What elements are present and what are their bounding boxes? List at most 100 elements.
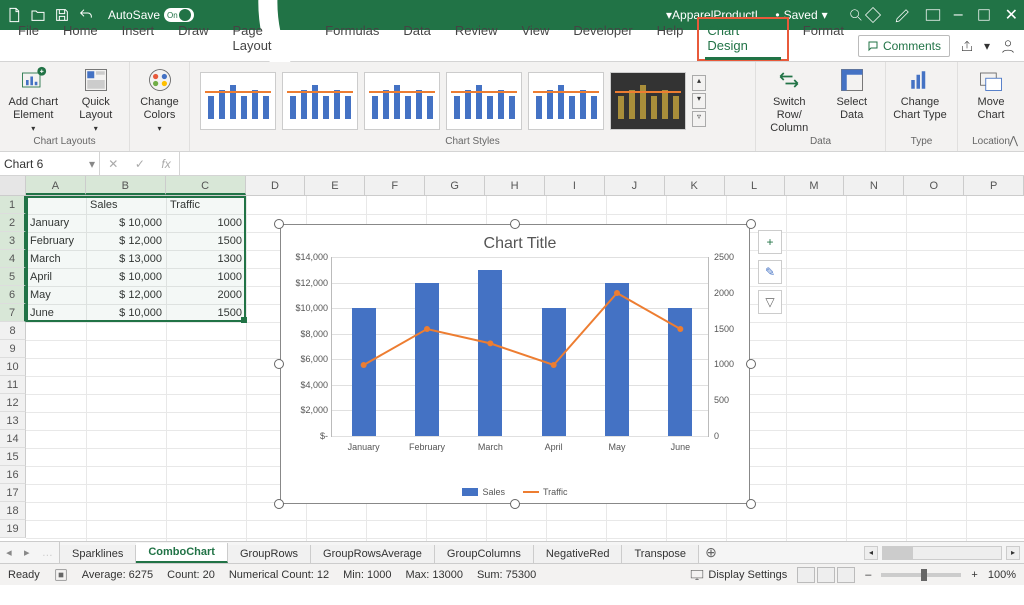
cell[interactable]: 2000 bbox=[166, 286, 246, 304]
maximize-button[interactable] bbox=[975, 6, 993, 24]
row-header[interactable]: 14 bbox=[0, 430, 26, 448]
fx-icon[interactable]: fx bbox=[161, 157, 170, 171]
zoom-in-button[interactable]: + bbox=[971, 569, 977, 581]
sheet-tab-sparklines[interactable]: Sparklines bbox=[60, 545, 136, 563]
row-header[interactable]: 13 bbox=[0, 412, 26, 430]
add-chart-element-button[interactable]: Add Chart Element▾ bbox=[6, 66, 61, 134]
tab-chart-design[interactable]: Chart Design bbox=[697, 17, 788, 61]
row-header[interactable]: 7 bbox=[0, 304, 26, 322]
tab-help[interactable]: Help bbox=[647, 17, 694, 61]
comments-button[interactable]: Comments bbox=[858, 35, 950, 57]
tab-developer[interactable]: Developer bbox=[563, 17, 642, 61]
row-header[interactable]: 3 bbox=[0, 232, 26, 250]
tab-formulas[interactable]: Formulas bbox=[315, 17, 389, 61]
tab-review[interactable]: Review bbox=[445, 17, 508, 61]
normal-view-button[interactable] bbox=[797, 567, 815, 583]
row-header[interactable]: 10 bbox=[0, 358, 26, 376]
select-data-button[interactable]: Select Data bbox=[825, 66, 880, 122]
scroll-right-button[interactable]: ▸ bbox=[1006, 546, 1020, 560]
spreadsheet-grid[interactable]: ABCDEFGHIJKLMNOP 12345678910111213141516… bbox=[0, 176, 1024, 541]
page-layout-view-button[interactable] bbox=[817, 567, 835, 583]
chart-style-preview[interactable] bbox=[528, 72, 604, 130]
cell[interactable]: $ 10,000 bbox=[86, 268, 166, 286]
cell[interactable]: Sales bbox=[86, 196, 166, 214]
row-header[interactable]: 9 bbox=[0, 340, 26, 358]
chart-resize-handle[interactable] bbox=[274, 219, 284, 229]
move-chart-button[interactable]: Move Chart bbox=[964, 66, 1018, 122]
column-header[interactable]: C bbox=[166, 176, 246, 195]
row-header[interactable]: 12 bbox=[0, 394, 26, 412]
column-header[interactable]: F bbox=[365, 176, 425, 195]
diamond-icon[interactable] bbox=[864, 6, 882, 24]
tab-home[interactable]: Home bbox=[53, 17, 108, 61]
sheet-tab-transpose[interactable]: Transpose bbox=[622, 545, 699, 563]
row-header[interactable]: 19 bbox=[0, 520, 26, 538]
chart-resize-handle[interactable] bbox=[746, 219, 756, 229]
column-header[interactable]: K bbox=[665, 176, 725, 195]
sheet-tab-groupcolumns[interactable]: GroupColumns bbox=[435, 545, 534, 563]
ribbon-display-icon[interactable] bbox=[924, 6, 942, 24]
draw-icon[interactable] bbox=[894, 6, 912, 24]
close-button[interactable]: ✕ bbox=[1005, 5, 1018, 25]
formula-input[interactable] bbox=[180, 152, 1024, 175]
minimize-button[interactable]: – bbox=[954, 6, 963, 24]
zoom-out-button[interactable]: – bbox=[865, 569, 871, 581]
cell[interactable]: $ 10,000 bbox=[86, 304, 166, 322]
cell[interactable]: 1000 bbox=[166, 268, 246, 286]
cancel-formula-icon[interactable]: ✕ bbox=[108, 157, 118, 171]
tab-insert[interactable]: Insert bbox=[112, 17, 165, 61]
column-header[interactable]: E bbox=[305, 176, 365, 195]
sheet-nav-next-icon[interactable]: ▸ bbox=[24, 546, 30, 559]
chart-style-preview[interactable] bbox=[446, 72, 522, 130]
chart-resize-handle[interactable] bbox=[274, 359, 284, 369]
column-header[interactable]: B bbox=[86, 176, 166, 195]
column-header[interactable]: J bbox=[605, 176, 665, 195]
tab-file[interactable]: File bbox=[8, 17, 49, 61]
row-header[interactable]: 8 bbox=[0, 322, 26, 340]
cell[interactable]: February bbox=[26, 232, 86, 250]
cell[interactable]: April bbox=[26, 268, 86, 286]
chart-bar[interactable] bbox=[415, 283, 439, 436]
tab-format[interactable]: Format bbox=[793, 17, 854, 61]
row-header[interactable]: 15 bbox=[0, 448, 26, 466]
chart-bar[interactable] bbox=[668, 308, 692, 436]
scroll-left-button[interactable]: ◂ bbox=[864, 546, 878, 560]
chart-style-preview[interactable] bbox=[200, 72, 276, 130]
collapse-ribbon-icon[interactable]: ⋀ bbox=[1009, 134, 1018, 147]
chart-plus-icon[interactable]: + bbox=[758, 230, 782, 254]
chart-style-preview[interactable] bbox=[364, 72, 440, 130]
row-header[interactable]: 17 bbox=[0, 484, 26, 502]
sheet-tab-negativered[interactable]: NegativeRed bbox=[534, 545, 623, 563]
cell[interactable]: 1000 bbox=[166, 214, 246, 232]
column-header[interactable]: G bbox=[425, 176, 485, 195]
cell[interactable]: May bbox=[26, 286, 86, 304]
cell[interactable]: $ 10,000 bbox=[86, 214, 166, 232]
row-header[interactable]: 5 bbox=[0, 268, 26, 286]
chart-style-preview[interactable] bbox=[610, 72, 686, 130]
chart-bar[interactable] bbox=[542, 308, 566, 436]
cell[interactable]: 1300 bbox=[166, 250, 246, 268]
sheet-tab-grouprows[interactable]: GroupRows bbox=[228, 545, 311, 563]
page-break-view-button[interactable] bbox=[837, 567, 855, 583]
cell[interactable]: 1500 bbox=[166, 232, 246, 250]
row-header[interactable]: 6 bbox=[0, 286, 26, 304]
row-header[interactable]: 11 bbox=[0, 376, 26, 394]
change-colors-button[interactable]: Change Colors▾ bbox=[136, 66, 183, 134]
tab-view[interactable]: View bbox=[511, 17, 559, 61]
row-header[interactable]: 16 bbox=[0, 466, 26, 484]
column-header[interactable]: M bbox=[785, 176, 845, 195]
column-header[interactable]: A bbox=[26, 176, 86, 195]
row-header[interactable]: 4 bbox=[0, 250, 26, 268]
horizontal-scrollbar[interactable] bbox=[882, 546, 1002, 560]
chart-resize-handle[interactable] bbox=[510, 219, 520, 229]
chart-filter-icon[interactable]: ▽ bbox=[758, 290, 782, 314]
tab-page-layout[interactable]: Page Layout bbox=[223, 17, 312, 61]
chart-legend[interactable]: SalesTraffic bbox=[281, 487, 749, 497]
chart-title[interactable]: Chart Title bbox=[331, 235, 709, 253]
share-icon[interactable] bbox=[960, 39, 974, 53]
cell[interactable]: June bbox=[26, 304, 86, 322]
chart-object[interactable]: Chart Title$-$2,000$4,000$6,000$8,000$10… bbox=[280, 224, 750, 504]
change-chart-type-button[interactable]: Change Chart Type bbox=[892, 66, 948, 122]
chart-bar[interactable] bbox=[605, 283, 629, 436]
cell[interactable]: $ 12,000 bbox=[86, 232, 166, 250]
